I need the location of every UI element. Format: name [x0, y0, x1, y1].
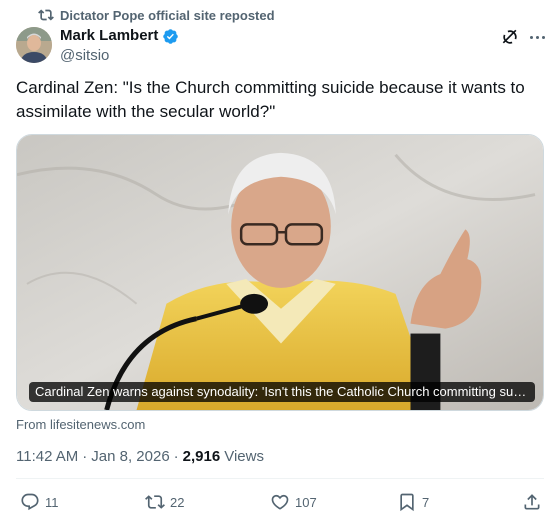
link-card[interactable]: Cardinal Zen warns against synodality: '… — [16, 134, 544, 411]
dot-icon — [535, 35, 539, 39]
repost-context[interactable]: Dictator Pope official site reposted — [38, 7, 275, 23]
share-button[interactable] — [522, 492, 542, 512]
dot-icon — [541, 35, 545, 39]
heart-icon — [271, 494, 289, 510]
tweet-text: Cardinal Zen: "Is the Church committing … — [16, 78, 525, 121]
reply-icon — [21, 493, 39, 511]
repost-count: 22 — [170, 494, 185, 510]
like-count: 107 — [295, 494, 317, 510]
like-button[interactable]: 107 — [270, 492, 317, 512]
dot-icon — [529, 35, 533, 39]
verified-badge-icon — [163, 28, 179, 44]
grok-icon — [502, 29, 517, 44]
repost-icon — [38, 9, 54, 21]
repost-button[interactable]: 22 — [145, 492, 184, 512]
reply-count: 11 — [45, 494, 59, 510]
author-handle[interactable]: @sitsio — [60, 46, 179, 66]
bookmark-button[interactable]: 7 — [397, 492, 429, 512]
action-bar: 11 22 107 7 — [0, 492, 559, 520]
bookmark-count: 7 — [422, 494, 430, 510]
views-count: 2,916 — [182, 448, 221, 465]
meta-separator: · — [82, 448, 88, 465]
repost-icon — [145, 495, 165, 509]
more-options-button[interactable] — [527, 27, 547, 47]
bookmark-icon — [400, 493, 414, 512]
share-icon — [524, 494, 540, 510]
meta-separator: · — [173, 448, 179, 465]
tweet-date[interactable]: Jan 8, 2026 — [91, 448, 169, 465]
grok-button[interactable] — [500, 27, 520, 47]
card-caption: Cardinal Zen warns against synodality: '… — [29, 382, 535, 402]
reply-button[interactable]: 11 — [20, 492, 59, 512]
repost-label: Dictator Pope official site reposted — [60, 7, 275, 23]
divider — [16, 478, 544, 479]
card-image — [17, 135, 543, 410]
avatar[interactable] — [16, 27, 52, 63]
card-source[interactable]: From lifesitenews.com — [16, 417, 145, 432]
views-label: Views — [224, 448, 264, 465]
tweet-time[interactable]: 11:42 AM — [16, 448, 78, 465]
author-name[interactable]: Mark Lambert — [60, 27, 158, 45]
tweet-meta: 11:42 AM · Jan 8, 2026 · 2,916 Views — [16, 448, 264, 465]
